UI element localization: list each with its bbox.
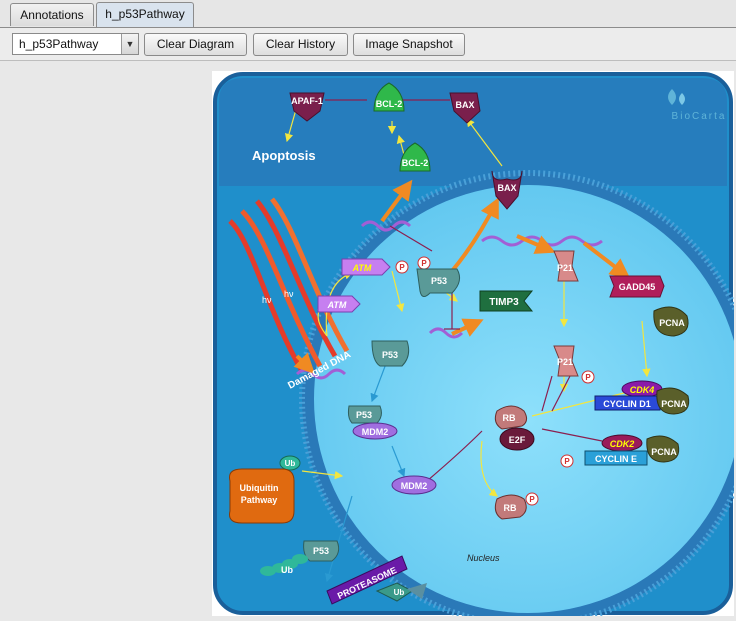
svg-text:P: P: [421, 259, 427, 268]
svg-text:CYCLIN D1: CYCLIN D1: [603, 399, 651, 409]
gadd45-node[interactable]: GADD45: [609, 275, 665, 298]
svg-text:ATM: ATM: [327, 300, 347, 310]
pathway-diagram[interactable]: BioCarta hν hν APAF-1 BCL-2 BAX Apoptosi…: [212, 71, 736, 621]
svg-text:Ub: Ub: [285, 459, 296, 468]
svg-text:P53: P53: [382, 350, 398, 360]
svg-text:BAX: BAX: [455, 100, 474, 110]
svg-text:P: P: [529, 495, 535, 504]
atm-node[interactable]: ATM: [317, 295, 361, 313]
svg-text:MDM2: MDM2: [401, 481, 428, 491]
tab-bar: Annotations h_p53Pathway: [0, 0, 736, 28]
svg-text:PCNA: PCNA: [651, 447, 677, 457]
svg-text:BioCarta: BioCarta: [672, 111, 727, 122]
svg-text:RB: RB: [503, 413, 516, 423]
svg-text:GADD45: GADD45: [619, 282, 656, 292]
svg-text:CYCLIN E: CYCLIN E: [595, 454, 637, 464]
svg-text:PCNA: PCNA: [659, 318, 685, 328]
svg-text:CDK4: CDK4: [630, 385, 655, 395]
svg-text:E2F: E2F: [509, 435, 526, 445]
nucleus-label: Nucleus: [467, 553, 500, 563]
tab-annotations[interactable]: Annotations: [10, 3, 94, 26]
svg-text:P21: P21: [557, 263, 573, 273]
apoptosis-label: Apoptosis: [252, 148, 316, 163]
pathway-select[interactable]: h_p53Pathway ▼: [12, 33, 139, 55]
svg-text:P53: P53: [431, 276, 447, 286]
svg-text:Ub: Ub: [394, 588, 405, 597]
svg-text:BCL-2: BCL-2: [376, 99, 403, 109]
svg-text:PCNA: PCNA: [661, 399, 687, 409]
svg-text:CDK2: CDK2: [610, 439, 635, 449]
clear-diagram-button[interactable]: Clear Diagram: [144, 33, 247, 56]
svg-text:MDM2: MDM2: [362, 427, 389, 437]
tab-h-p53pathway[interactable]: h_p53Pathway: [96, 2, 194, 27]
timp3-node[interactable]: TIMP3: [479, 290, 534, 312]
svg-text:ATM: ATM: [352, 263, 372, 273]
chevron-down-icon[interactable]: ▼: [121, 34, 138, 54]
image-snapshot-button[interactable]: Image Snapshot: [353, 33, 465, 56]
svg-text:P53: P53: [356, 410, 372, 420]
svg-text:Ubiquitin: Ubiquitin: [240, 483, 279, 493]
pathway-diagram-svg: BioCarta hν hν APAF-1 BCL-2 BAX Apoptosi…: [213, 72, 736, 621]
svg-text:Ub: Ub: [281, 565, 293, 575]
svg-text:RB: RB: [504, 503, 517, 513]
svg-text:BCL-2: BCL-2: [402, 158, 429, 168]
clear-history-button[interactable]: Clear History: [253, 33, 348, 56]
svg-text:P: P: [399, 263, 405, 272]
diagram-canvas-area[interactable]: BioCarta hν hν APAF-1 BCL-2 BAX Apoptosi…: [0, 61, 736, 621]
svg-text:APAF-1: APAF-1: [291, 96, 323, 106]
mdm2-node[interactable]: MDM2: [391, 475, 437, 495]
svg-text:P: P: [585, 373, 591, 382]
toolbar: h_p53Pathway ▼ Clear Diagram Clear Histo…: [0, 28, 736, 61]
svg-text:Pathway: Pathway: [241, 495, 278, 505]
svg-text:TIMP3: TIMP3: [489, 297, 519, 308]
p53-mid-node[interactable]: P53: [371, 340, 410, 367]
svg-text:BAX: BAX: [497, 183, 516, 193]
pathway-select-value: h_p53Pathway: [19, 37, 99, 51]
svg-text:hν: hν: [284, 289, 294, 299]
svg-text:P53: P53: [313, 546, 329, 556]
svg-text:hν: hν: [262, 295, 272, 305]
svg-text:P21: P21: [557, 357, 573, 367]
svg-text:P: P: [564, 457, 570, 466]
